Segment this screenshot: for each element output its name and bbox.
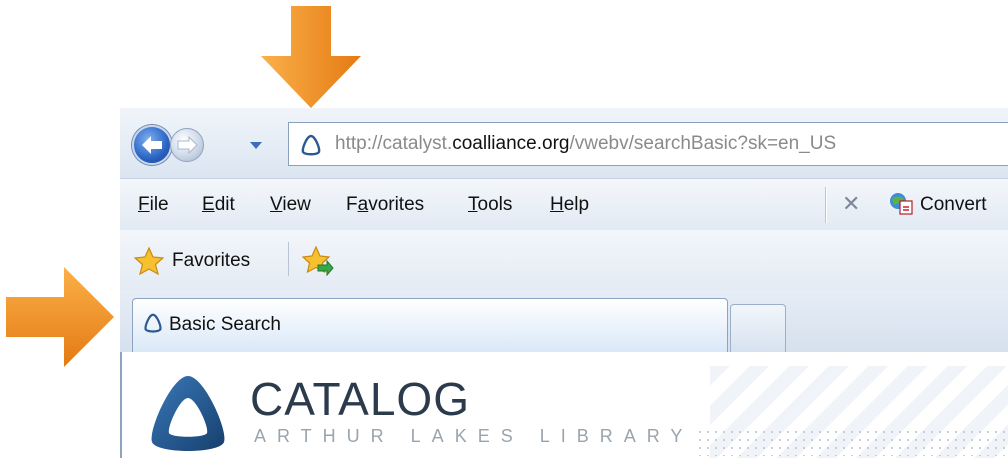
favorites-star-icon (134, 247, 164, 275)
convert-pdf-icon[interactable] (888, 191, 914, 215)
menu-help-label: elp (563, 194, 590, 215)
menu-file-accel: F (138, 194, 150, 215)
tab-basic-search[interactable]: Basic Search (132, 298, 728, 352)
callout-down-arrow-icon (261, 6, 361, 108)
page-header: CATALOG ARTHUR LAKES LIBRARY (136, 366, 1008, 458)
menu-file-label: ile (149, 194, 169, 215)
page-content: CATALOG ARTHUR LAKES LIBRARY (120, 352, 1008, 458)
menu-favorites-accel: a (357, 194, 369, 215)
menu-help-accel: H (550, 194, 564, 215)
favorites-button[interactable]: Favorites (172, 250, 250, 272)
browser-window: http://catalyst.coalliance.org/vwebv/sea… (120, 108, 1008, 458)
toolbar-divider (825, 187, 827, 223)
menu-file[interactable]: File (138, 194, 169, 216)
back-arrow-icon (142, 136, 162, 154)
menu-edit-accel: E (202, 194, 215, 215)
menu-favorites-pre: F (346, 194, 358, 215)
forward-button[interactable] (170, 128, 204, 162)
url-scheme: http://catalyst. (335, 133, 453, 154)
menu-bar: File Edit View Favorites Tools Help ✕ Co… (120, 178, 1008, 232)
forward-arrow-icon (177, 135, 198, 155)
favorites-bar: Favorites (120, 230, 1008, 290)
menu-view[interactable]: View (270, 194, 311, 216)
site-favicon-icon (301, 134, 321, 156)
back-button[interactable] (132, 125, 172, 165)
menu-tools-accel: T (468, 194, 478, 215)
tab-bar: Basic Search (120, 290, 1008, 353)
add-to-favorites-icon[interactable] (302, 246, 334, 276)
recent-pages-dropdown-icon[interactable] (250, 142, 262, 149)
page-title: CATALOG (250, 373, 470, 425)
favorites-divider (288, 242, 289, 276)
menu-tools[interactable]: Tools (468, 194, 512, 216)
convert-button[interactable]: Convert (920, 194, 987, 216)
menu-help[interactable]: Help (550, 194, 589, 216)
url-host: coalliance.org (452, 133, 570, 154)
menu-view-accel: V (270, 194, 283, 215)
menu-favorites-label: vorites (368, 194, 425, 215)
menu-view-label: iew (282, 194, 311, 215)
header-dots (696, 428, 1008, 456)
catalog-logo-icon (151, 376, 225, 451)
menu-edit-label: dit (214, 194, 235, 215)
stop-icon[interactable]: ✕ (842, 191, 860, 217)
site-favicon-icon (144, 313, 162, 333)
menu-favorites[interactable]: Favorites (346, 194, 424, 216)
url-path: /vwebv/searchBasic?sk=en_US (569, 133, 837, 154)
callout-right-arrow-icon (6, 267, 114, 367)
page-subtitle: ARTHUR LAKES LIBRARY (254, 426, 694, 446)
menu-tools-label: ools (477, 194, 513, 215)
navigation-toolbar: http://catalyst.coalliance.org/vwebv/sea… (120, 108, 1008, 178)
url-text: http://catalyst.coalliance.org/vwebv/sea… (335, 133, 836, 155)
menu-edit[interactable]: Edit (202, 194, 235, 216)
tab-title: Basic Search (169, 314, 281, 335)
address-bar[interactable]: http://catalyst.coalliance.org/vwebv/sea… (288, 122, 1008, 166)
new-tab-button[interactable] (730, 304, 786, 352)
